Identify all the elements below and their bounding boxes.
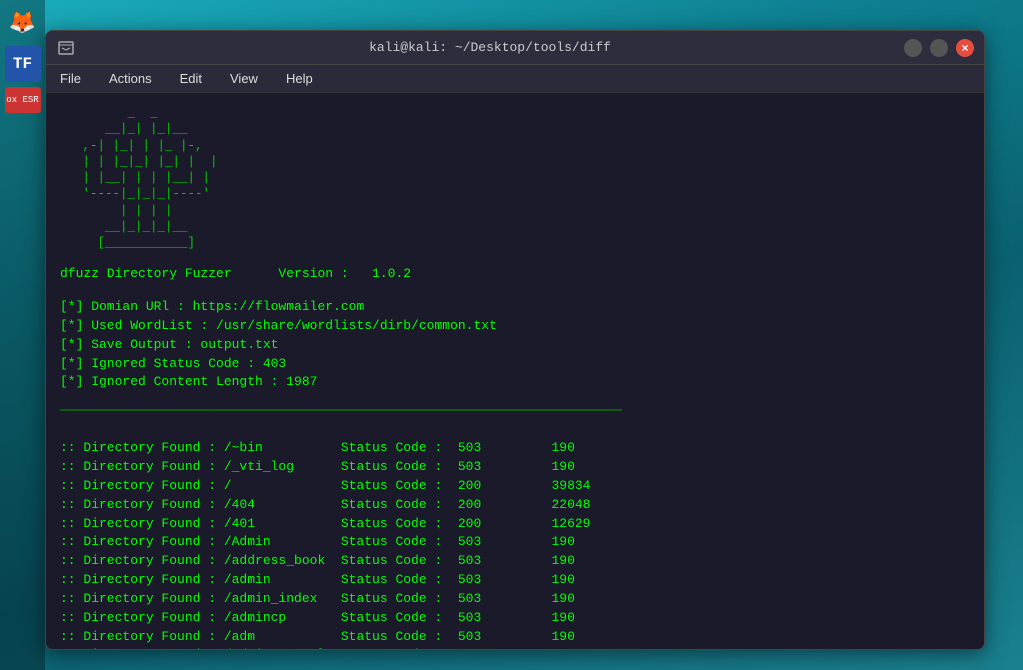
menu-actions[interactable]: Actions (103, 69, 158, 88)
result-line-9: :: Directory Found : /admincp Status Cod… (60, 609, 970, 628)
files-taskbar-icon[interactable]: TF (5, 46, 41, 82)
results-block: :: Directory Found : /~bin Status Code :… (60, 439, 970, 649)
result-line-10: :: Directory Found : /adm Status Code : … (60, 628, 970, 647)
info-line-2: [*] Save Output : output.txt (60, 336, 970, 355)
window-controls: − □ × (904, 39, 974, 57)
info-line-3: [*] Ignored Status Code : 403 (60, 355, 970, 374)
title-bar: kali@kali: ~/Desktop/tools/diff − □ × (46, 31, 984, 65)
separator-line: ────────────────────────────────────────… (60, 402, 970, 421)
result-line-7: :: Directory Found : /admin Status Code … (60, 571, 970, 590)
result-line-6: :: Directory Found : /address_book Statu… (60, 552, 970, 571)
box-taskbar-icon[interactable]: ox ESR (5, 87, 41, 113)
result-line-2: :: Directory Found : / Status Code : 200… (60, 477, 970, 496)
menu-view[interactable]: View (224, 69, 264, 88)
result-line-1: :: Directory Found : /_vti_log Status Co… (60, 458, 970, 477)
minimize-button[interactable]: − (904, 39, 922, 57)
menu-help[interactable]: Help (280, 69, 319, 88)
menu-file[interactable]: File (54, 69, 87, 88)
result-line-11: :: Directory Found : /admincontrol Statu… (60, 646, 970, 649)
info-block: [*] Domian URl : https://flowmailer.com … (60, 298, 970, 392)
result-line-8: :: Directory Found : /admin_index Status… (60, 590, 970, 609)
terminal-title-icon (56, 38, 76, 58)
menu-bar: File Actions Edit View Help (46, 65, 984, 93)
taskbar-left: 🦊 TF ox ESR (0, 0, 45, 670)
result-line-3: :: Directory Found : /404 Status Code : … (60, 496, 970, 515)
result-line-4: :: Directory Found : /401 Status Code : … (60, 515, 970, 534)
result-line-0: :: Directory Found : /~bin Status Code :… (60, 439, 970, 458)
info-line-4: [*] Ignored Content Length : 1987 (60, 373, 970, 392)
result-line-5: :: Directory Found : /Admin Status Code … (60, 533, 970, 552)
menu-edit[interactable]: Edit (174, 69, 208, 88)
maximize-button[interactable]: □ (930, 39, 948, 57)
firefox-taskbar-icon[interactable]: 🦊 (5, 5, 41, 41)
close-button[interactable]: × (956, 39, 974, 57)
info-line-1: [*] Used WordList : /usr/share/wordlists… (60, 317, 970, 336)
info-line-0: [*] Domian URl : https://flowmailer.com (60, 298, 970, 317)
terminal-content[interactable]: _ _ __|_| |_|__ ,-| |_| | |_ |-, | | |_|… (46, 93, 984, 649)
window-title: kali@kali: ~/Desktop/tools/diff (369, 40, 611, 55)
terminal-window: kali@kali: ~/Desktop/tools/diff − □ × Fi… (45, 30, 985, 650)
ascii-art-banner: _ _ __|_| |_|__ ,-| |_| | |_ |-, | | |_|… (60, 105, 970, 251)
version-line: dfuzz Directory Fuzzer Version : 1.0.2 (60, 265, 970, 284)
